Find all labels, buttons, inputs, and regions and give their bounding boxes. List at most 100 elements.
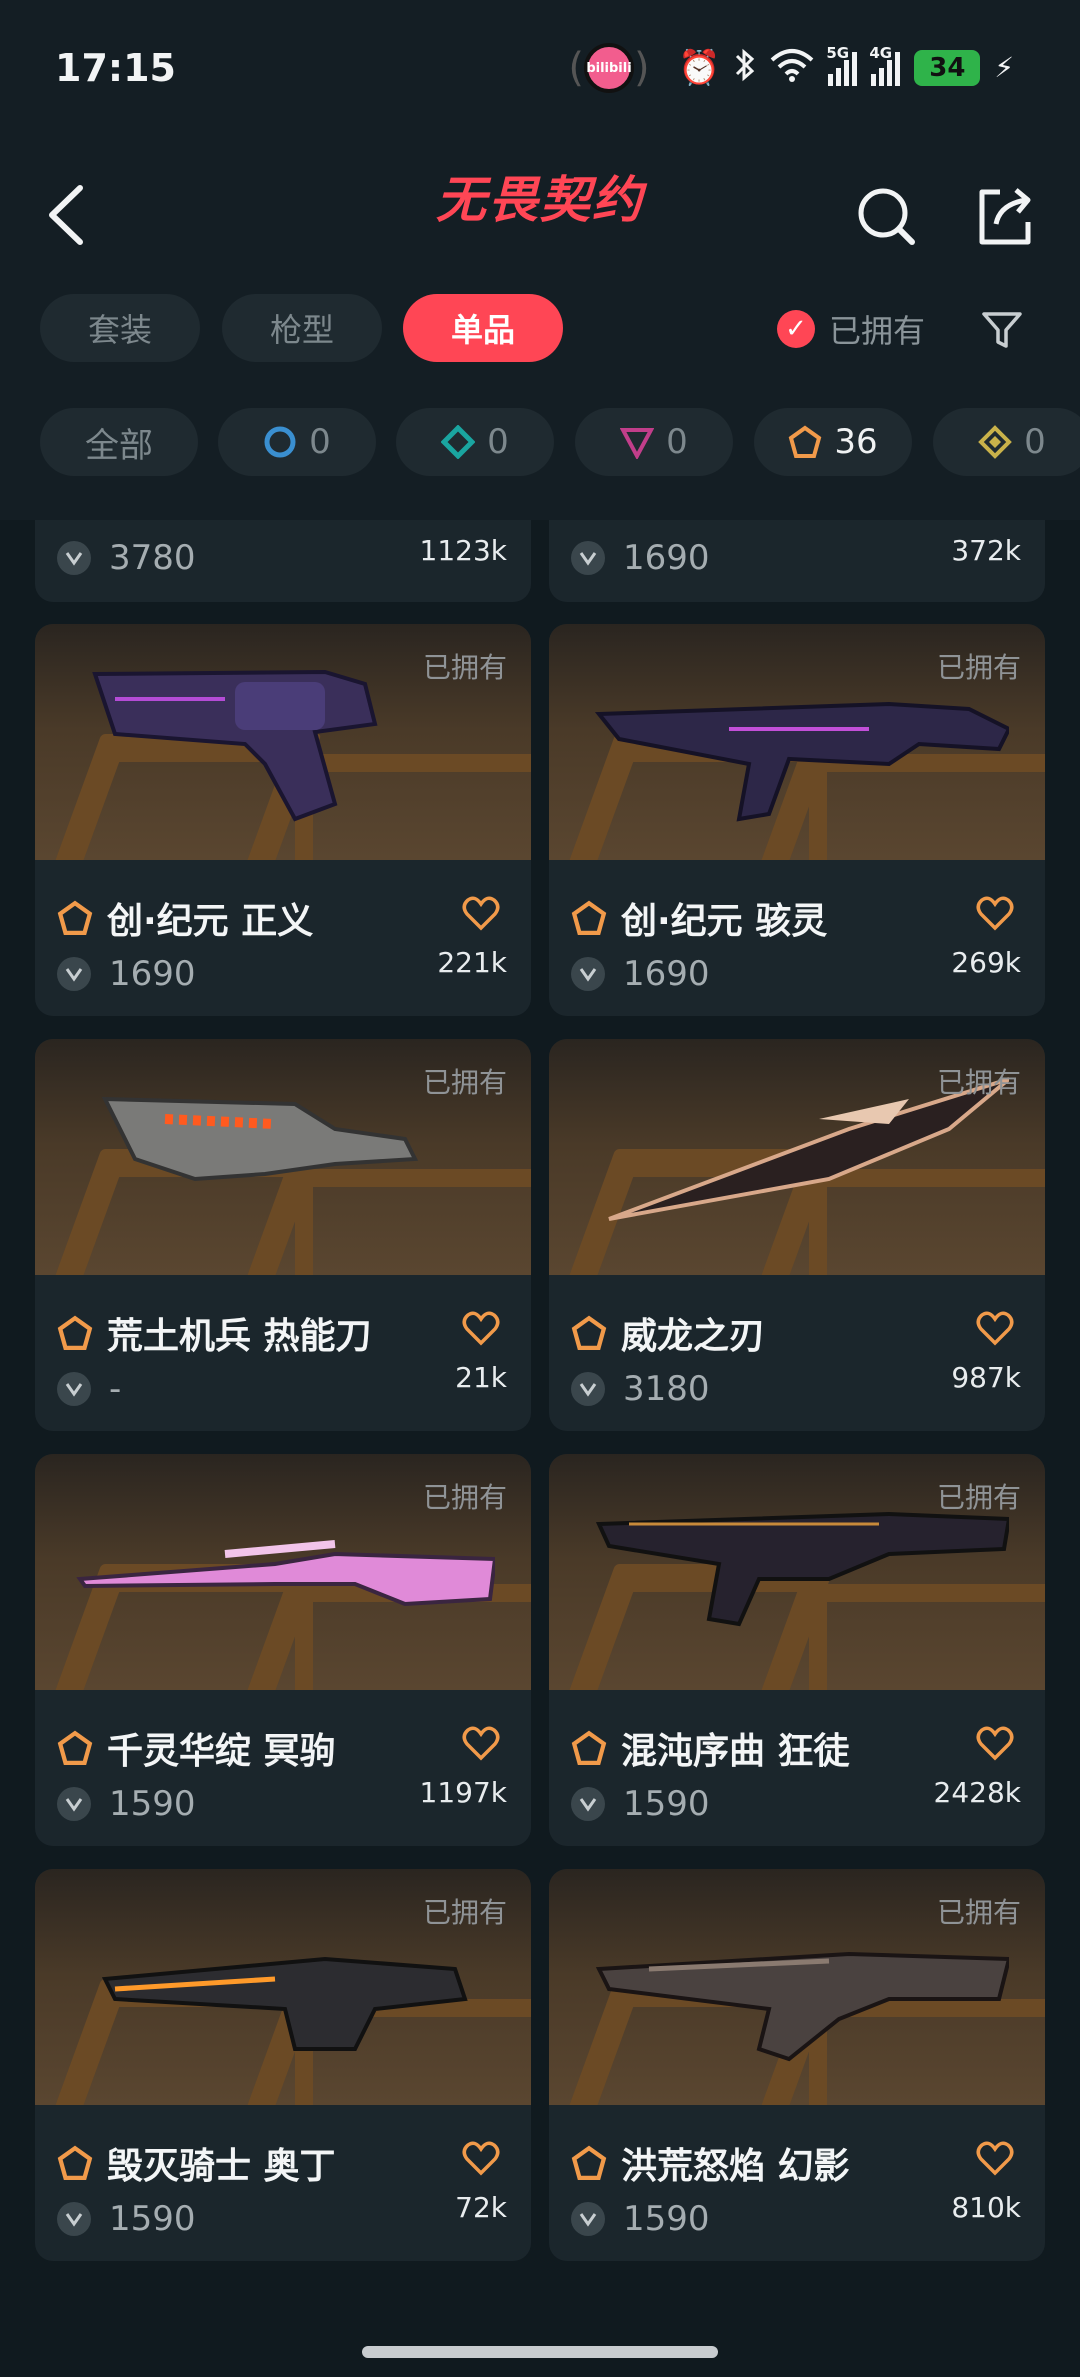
chip-ultra-tier[interactable]: 0 <box>933 408 1080 476</box>
vp-currency-icon <box>57 1787 91 1821</box>
skin-price: 1690 <box>623 538 710 578</box>
vp-currency-icon <box>57 2202 91 2236</box>
skin-image: 已拥有 <box>35 1039 531 1275</box>
heart-icon[interactable] <box>461 1309 501 1349</box>
skin-likes: 1197k <box>419 1776 507 1809</box>
rarity-filter-bar: 全部 0 0 0 36 0 <box>0 405 1080 520</box>
chip-premium-tier[interactable]: 0 <box>575 408 733 476</box>
battery-indicator: 34 <box>914 50 981 86</box>
chip-exclusive-tier[interactable]: 36 <box>754 408 912 476</box>
status-bar: 17:15 ( bilibili ) ⏰ 5G 4G 34 ⚡ <box>0 0 1080 140</box>
select-tier-icon <box>264 426 296 458</box>
skin-likes: 810k <box>951 2191 1021 2224</box>
skin-image: 已拥有 <box>35 1869 531 2105</box>
skin-price: 1690 <box>623 954 710 994</box>
skin-likes: 987k <box>951 1361 1021 1394</box>
owned-badge: 已拥有 <box>936 1896 1021 1929</box>
skin-image: 已拥有 <box>35 1454 531 1690</box>
skin-card[interactable]: 已拥有 毁灭骑士 奥丁 1590 72k <box>35 1869 531 2261</box>
skin-name: 威龙之刃 <box>621 1316 766 1357</box>
premium-tier-icon <box>620 428 655 459</box>
vp-currency-icon <box>57 1372 91 1406</box>
heart-icon[interactable] <box>461 2139 501 2179</box>
skin-likes: 72k <box>455 2191 507 2224</box>
skin-name: 创·纪元 骇灵 <box>621 901 828 942</box>
skin-price: 1590 <box>623 2199 710 2239</box>
skin-card[interactable]: 已拥有 混沌序曲 狂徒 1590 2428k <box>549 1454 1045 1846</box>
owned-badge: 已拥有 <box>936 1481 1021 1514</box>
heart-icon[interactable] <box>975 1724 1015 1764</box>
tab-bundles[interactable]: 套装 <box>40 294 200 362</box>
skin-card-partial[interactable]: 3780 1123k <box>35 520 531 602</box>
chip-deluxe-tier[interactable]: 0 <box>396 408 554 476</box>
skin-card[interactable]: 已拥有 威龙之刃 3180 987k <box>549 1039 1045 1431</box>
skin-image: 已拥有 <box>35 624 531 860</box>
skin-price: 3780 <box>109 538 196 578</box>
skin-name: 洪荒怒焰 幻影 <box>621 2146 850 2187</box>
checkmark-icon: ✓ <box>777 310 815 348</box>
skin-name: 毁灭骑士 奥丁 <box>107 2146 336 2187</box>
status-icons: ( bilibili ) ⏰ 5G 4G 34 ⚡ <box>554 40 1014 96</box>
chip-select-tier[interactable]: 0 <box>218 408 376 476</box>
skin-card[interactable]: 已拥有 荒土机兵 热能刀 - 21k <box>35 1039 531 1431</box>
owned-badge: 已拥有 <box>422 651 507 684</box>
skin-card[interactable]: 已拥有 洪荒怒焰 幻影 1590 810k <box>549 1869 1045 2261</box>
skin-likes: 21k <box>455 1361 507 1394</box>
vp-currency-icon <box>57 957 91 991</box>
skin-image: 已拥有 <box>549 1039 1045 1275</box>
skin-image: 已拥有 <box>549 1869 1045 2105</box>
vp-currency-icon <box>57 541 91 575</box>
owned-badge: 已拥有 <box>422 1066 507 1099</box>
search-icon[interactable] <box>852 182 922 252</box>
heart-icon[interactable] <box>975 1309 1015 1349</box>
exclusive-tier-icon <box>571 1315 607 1350</box>
skin-name: 创·纪元 正义 <box>107 901 314 942</box>
share-icon[interactable] <box>970 182 1040 252</box>
owned-badge: 已拥有 <box>422 1896 507 1929</box>
exclusive-tier-icon <box>571 900 607 935</box>
skin-likes: 221k <box>437 946 507 979</box>
skin-card[interactable]: 已拥有 千灵华绽 冥驹 1590 1197k <box>35 1454 531 1846</box>
tab-items[interactable]: 单品 <box>403 294 563 362</box>
filter-icon[interactable] <box>980 308 1024 352</box>
skin-name: 荒土机兵 热能刀 <box>107 1316 372 1357</box>
heart-icon[interactable] <box>461 894 501 934</box>
status-time: 17:15 <box>55 46 176 90</box>
vp-currency-icon <box>571 2202 605 2236</box>
skin-card[interactable]: 已拥有 创·纪元 正义 1690 221k <box>35 624 531 1016</box>
owned-badge: 已拥有 <box>422 1481 507 1514</box>
owned-filter-toggle[interactable]: ✓ 已拥有 <box>777 306 925 352</box>
skin-card-partial[interactable]: 1690 372k <box>549 520 1045 602</box>
skin-likes: 372k <box>951 534 1021 567</box>
skin-price: - <box>109 1369 122 1409</box>
skin-name: 千灵华绽 冥驹 <box>107 1731 336 1772</box>
bilibili-icon: bilibili <box>583 43 634 93</box>
tab-weapon-type[interactable]: 枪型 <box>222 294 382 362</box>
vp-currency-icon <box>571 541 605 575</box>
owned-filter-label: 已拥有 <box>829 312 926 350</box>
skin-likes: 1123k <box>419 534 507 567</box>
home-indicator[interactable] <box>362 2346 718 2358</box>
skin-likes: 2428k <box>933 1776 1021 1809</box>
app-indicator[interactable]: ( bilibili ) <box>554 40 664 96</box>
category-tabs: 套装 枪型 单品 ✓ 已拥有 <box>0 290 1080 405</box>
heart-icon[interactable] <box>975 894 1015 934</box>
deluxe-tier-icon <box>441 425 476 459</box>
skin-price: 1690 <box>109 954 196 994</box>
bluetooth-icon <box>734 47 756 89</box>
wifi-icon <box>770 48 814 88</box>
skin-card[interactable]: 已拥有 创·纪元 骇灵 1690 269k <box>549 624 1045 1016</box>
signal-4g-icon: 4G <box>869 44 901 86</box>
owned-badge: 已拥有 <box>936 1066 1021 1099</box>
owned-badge: 已拥有 <box>936 651 1021 684</box>
charging-icon: ⚡ <box>994 51 1014 84</box>
chip-all[interactable]: 全部 <box>40 408 198 476</box>
ultra-tier-icon <box>978 425 1013 459</box>
heart-icon[interactable] <box>461 1724 501 1764</box>
app-header: 无畏契约 <box>0 140 1080 290</box>
vp-currency-icon <box>571 1787 605 1821</box>
signal-5g-icon: 5G <box>826 44 858 86</box>
heart-icon[interactable] <box>975 2139 1015 2179</box>
skin-image: 已拥有 <box>549 624 1045 860</box>
exclusive-tier-icon <box>57 2145 93 2180</box>
